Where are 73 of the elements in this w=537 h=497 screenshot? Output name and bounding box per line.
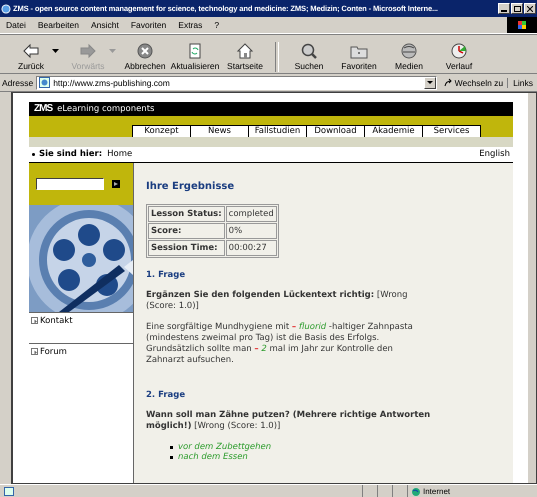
home-icon bbox=[235, 42, 255, 60]
maximize-button[interactable] bbox=[511, 3, 523, 14]
toolbar-button[interactable]: Suchen bbox=[284, 42, 334, 71]
toolbar-button[interactable]: Abbrechen bbox=[120, 42, 170, 71]
toolbar-button[interactable]: Verlauf bbox=[434, 42, 484, 71]
address-field[interactable]: http://www.zms-publishing.com bbox=[36, 76, 437, 90]
menu-item[interactable]: Favoriten bbox=[124, 20, 172, 30]
clock-icon bbox=[449, 42, 469, 60]
close-button[interactable] bbox=[524, 3, 536, 14]
bullet-icon bbox=[31, 317, 38, 324]
maximize-icon bbox=[514, 6, 520, 12]
search-field[interactable] bbox=[36, 178, 104, 190]
bullet-icon bbox=[170, 446, 173, 449]
nav-tab[interactable]: Download bbox=[306, 124, 365, 137]
sidebar-link[interactable]: Forum bbox=[40, 347, 67, 358]
table-cell: Session Time: bbox=[148, 240, 225, 256]
close-icon bbox=[527, 6, 533, 12]
back-arrow-icon bbox=[21, 42, 41, 60]
cloze-text: Eine sorgfältige Mundhygiene mit – fluorid -haltiger Zahnpasta (mindestens zweimal pro Tag) ist die Basis des Erfolgs. Grundsätzlich sollte man – 2 mal im Jahr zur Kontrolle den Zahnarzt aufsuchen. bbox=[146, 322, 414, 366]
bullet-icon bbox=[170, 456, 173, 459]
caret-icon[interactable] bbox=[52, 48, 59, 52]
globe-icon bbox=[399, 42, 419, 60]
menu-item[interactable]: Bearbeiten bbox=[32, 20, 85, 30]
question-heading: 2. Frage bbox=[146, 390, 186, 400]
arrow-icon bbox=[444, 78, 453, 87]
sidebar-link[interactable]: Kontakt bbox=[40, 316, 73, 326]
nav-tab[interactable]: Akademie bbox=[364, 124, 423, 137]
page-icon bbox=[39, 77, 50, 88]
toolbar-button[interactable]: Startseite bbox=[220, 42, 270, 71]
zone-label: Internet bbox=[423, 488, 450, 496]
links-button[interactable]: Links bbox=[511, 78, 535, 88]
minimize-button[interactable] bbox=[498, 3, 510, 14]
menu-item[interactable]: Ansicht bbox=[84, 20, 125, 30]
table-cell: Lesson Status: bbox=[148, 206, 225, 222]
stop-icon bbox=[135, 42, 155, 60]
address-label: Adresse bbox=[2, 78, 34, 88]
question-heading: 1. Frage bbox=[146, 270, 186, 280]
menu-item[interactable]: ? bbox=[208, 20, 226, 30]
caret-icon bbox=[426, 80, 433, 84]
search-icon bbox=[299, 42, 319, 60]
table-cell: 0% bbox=[226, 223, 277, 240]
bullet-icon bbox=[32, 152, 35, 156]
forward-arrow-icon bbox=[78, 42, 98, 60]
bullet-icon bbox=[31, 348, 38, 356]
table-cell: 00:00:27 bbox=[226, 240, 277, 256]
page-icon bbox=[4, 487, 14, 496]
site-subtitle: eLearning components bbox=[57, 104, 154, 114]
nav-tab[interactable]: Konzept bbox=[132, 124, 191, 137]
answer-item: nach dem Essen bbox=[178, 452, 248, 462]
go-button[interactable]: Wechseln zu bbox=[440, 78, 508, 88]
toolbar-button[interactable]: Favoriten bbox=[334, 42, 384, 71]
browser-icon bbox=[1, 4, 11, 14]
question-text: Wann soll man Zähne putzen? (Mehrere richtige Antworten möglich!) [Wrong (Score: 1.0)] bbox=[146, 410, 432, 432]
toolbar-button[interactable]: Zurück bbox=[6, 42, 56, 71]
menu-item[interactable]: Extras bbox=[172, 20, 208, 30]
results-heading: Ihre Ergebnisse bbox=[146, 181, 236, 192]
table-cell: Score: bbox=[148, 223, 225, 240]
nav-tab[interactable]: Services bbox=[422, 124, 481, 137]
site-logo[interactable]: ZMS bbox=[34, 103, 52, 114]
question-text: Ergänzen Sie den folgenden Lückentext richtig: [Wrong (Score: 1.0)] bbox=[146, 290, 409, 312]
breadcrumb: Sie sind hier: Home bbox=[39, 149, 132, 160]
toolbar-button[interactable]: Aktualisieren bbox=[170, 42, 220, 71]
globe-icon bbox=[412, 488, 420, 496]
table-cell: completed bbox=[226, 206, 277, 222]
dropdown-button[interactable] bbox=[424, 76, 436, 88]
search-button[interactable] bbox=[112, 180, 120, 188]
language-link[interactable]: English bbox=[479, 149, 510, 160]
scrollbar[interactable] bbox=[527, 93, 536, 483]
nav-tab[interactable]: Fallstudien bbox=[248, 124, 307, 137]
answer-item: vor dem Zubettgehen bbox=[178, 442, 272, 452]
toolbar-button[interactable]: Medien bbox=[384, 42, 434, 71]
menu-item[interactable]: Datei bbox=[0, 20, 32, 30]
nav-tab[interactable]: News bbox=[190, 124, 249, 137]
